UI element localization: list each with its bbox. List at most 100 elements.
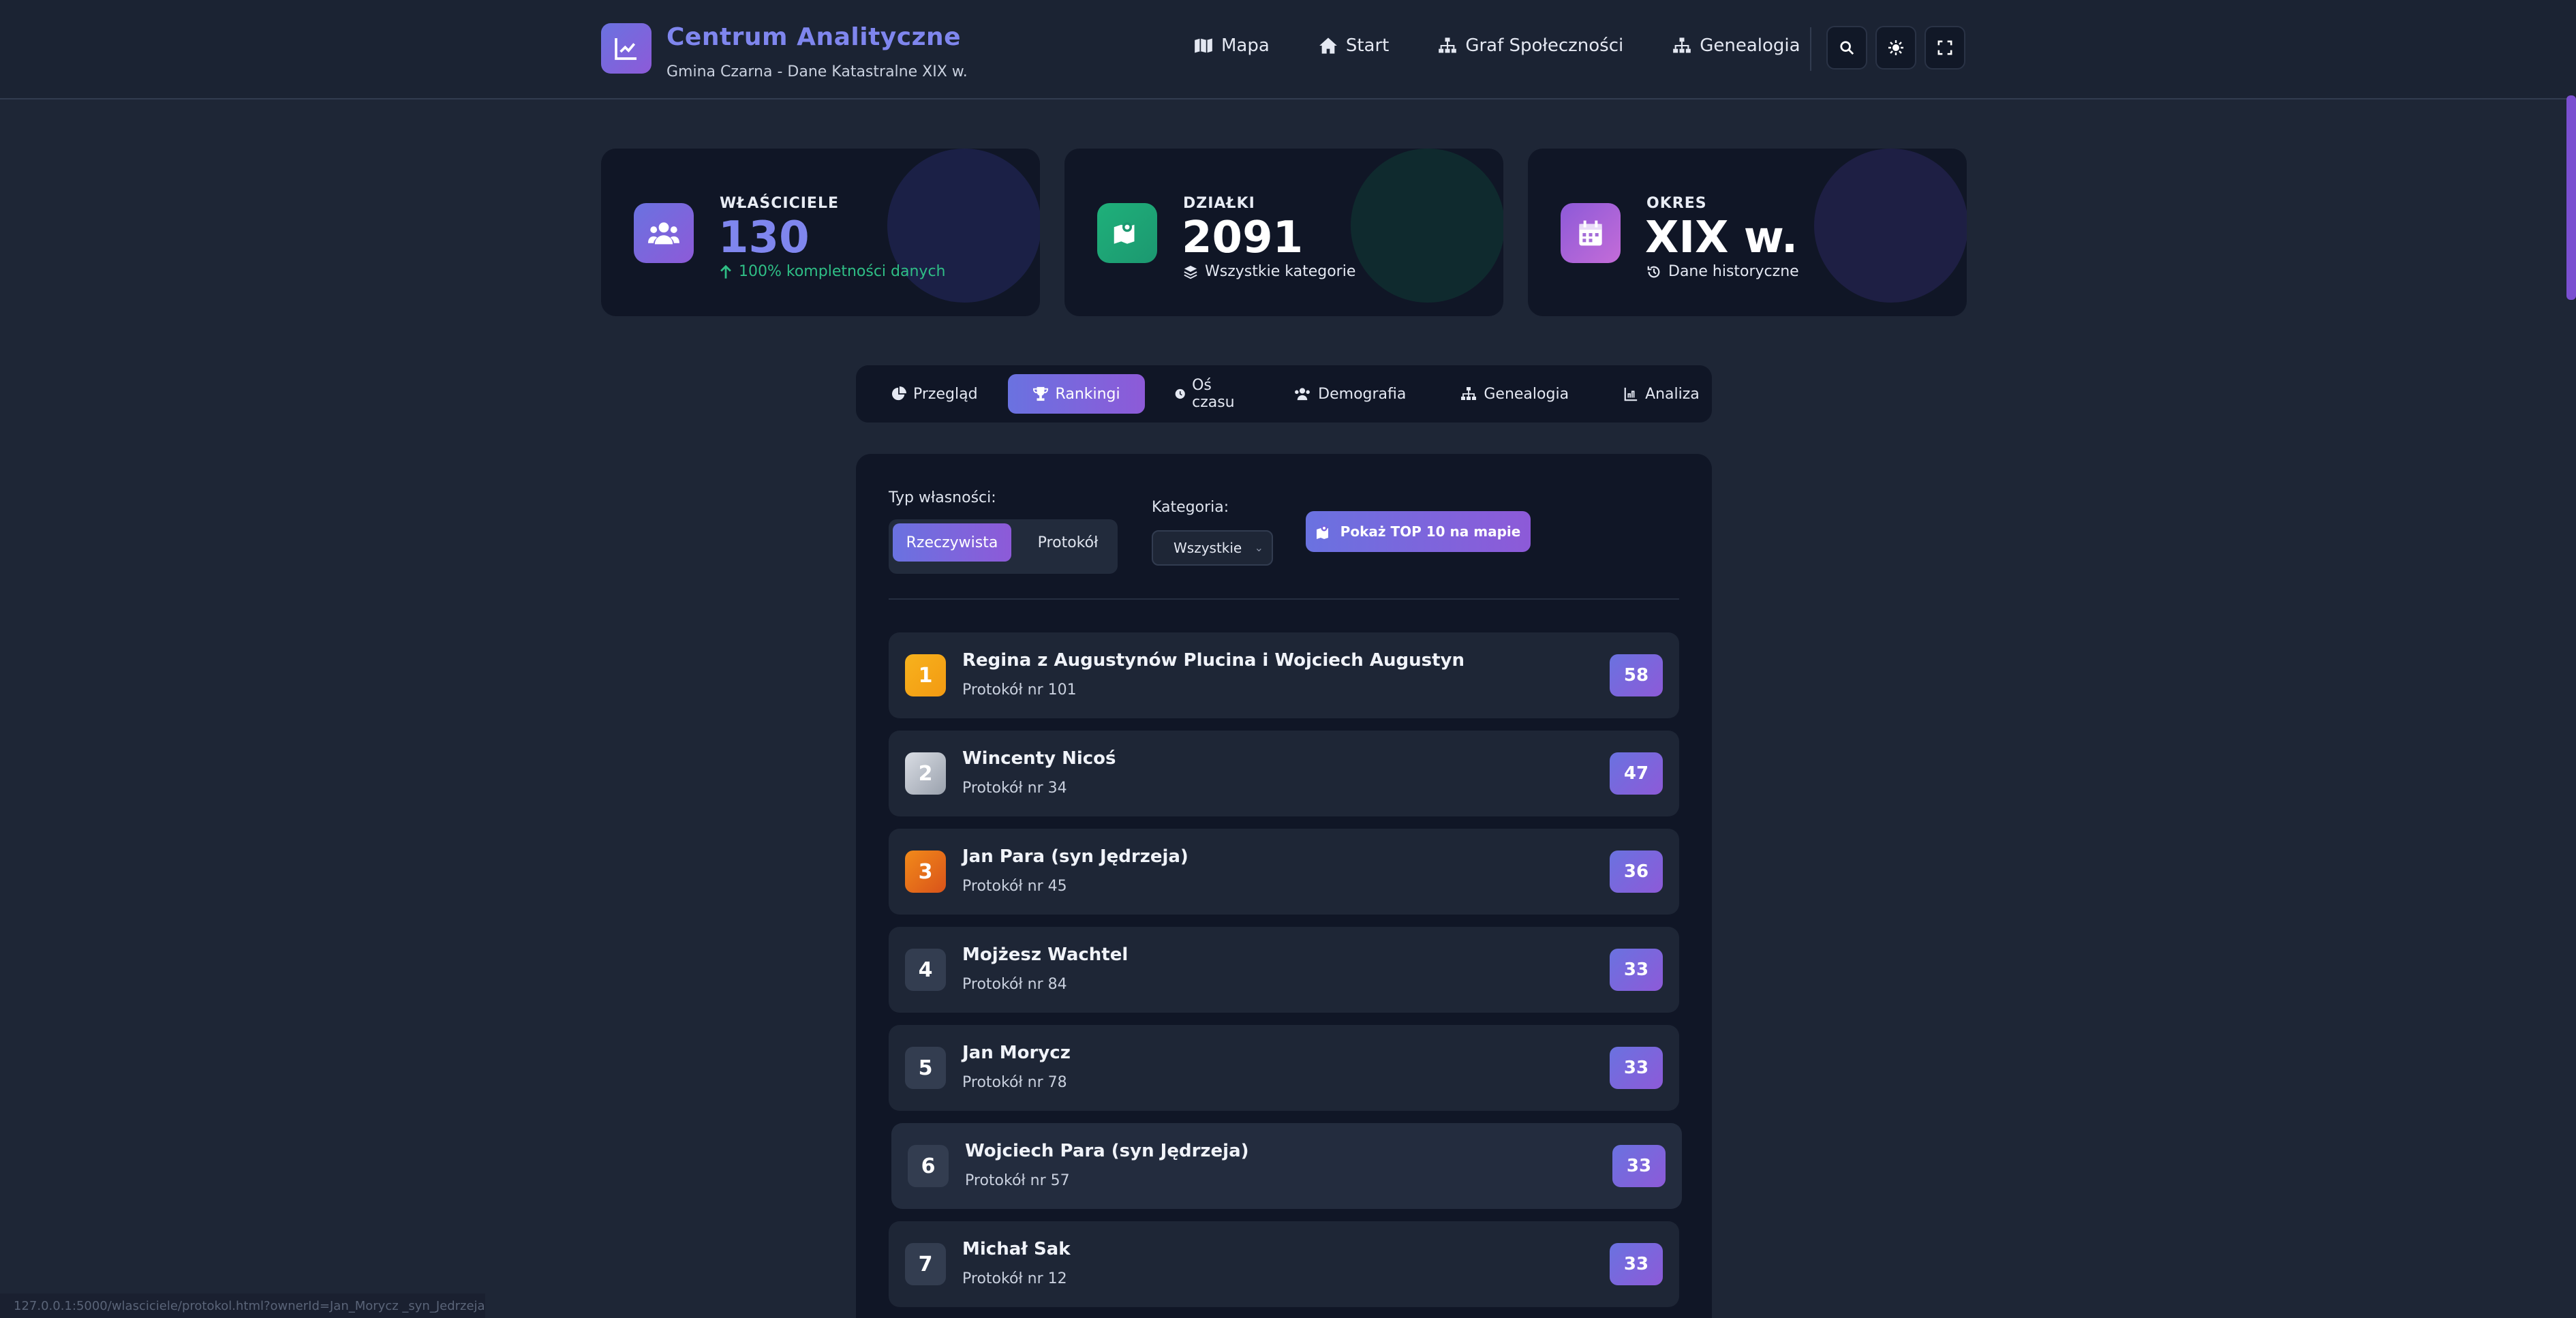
owner-name: Jan Para (syn Jędrzeja) bbox=[962, 846, 1189, 867]
stat-card-owners: WŁAŚCICIELE 130 100% kompletności danych bbox=[601, 149, 1040, 316]
tab-label: Demografia bbox=[1318, 385, 1407, 403]
ownership-type-toggle: Rzeczywista Protokół bbox=[889, 519, 1118, 574]
tab-label: Genealogia bbox=[1484, 385, 1569, 403]
protocol-number: Protokół nr 101 bbox=[962, 681, 1077, 699]
stat-label: OKRES bbox=[1646, 195, 1707, 212]
tab-genealogia[interactable]: Genealogia bbox=[1436, 374, 1593, 414]
owner-name: Regina z Augustynów Plucina i Wojciech A… bbox=[962, 650, 1465, 671]
clock-icon bbox=[1175, 388, 1185, 399]
search-button[interactable] bbox=[1826, 26, 1867, 70]
nav-label: Start bbox=[1345, 35, 1390, 56]
stat-foot-text: 100% kompletności danych bbox=[739, 263, 946, 280]
owner-name: Jan Morycz bbox=[962, 1043, 1071, 1063]
chart-line-icon bbox=[601, 23, 651, 74]
layers-icon bbox=[1184, 265, 1197, 279]
nav-item-genealogia[interactable]: Genealogia bbox=[1672, 35, 1800, 56]
rank-badge: 6 bbox=[908, 1145, 949, 1187]
tab-label: Analiza bbox=[1645, 385, 1700, 403]
rank-badge: 5 bbox=[905, 1047, 946, 1089]
stat-value: 130 bbox=[718, 213, 810, 263]
scrollbar-thumb[interactable] bbox=[2566, 95, 2576, 300]
owner-name: Wincenty Nicoś bbox=[962, 748, 1116, 769]
owner-name: Wojciech Para (syn Jędrzeja) bbox=[965, 1141, 1249, 1161]
show-top10-map-label: Pokaż TOP 10 na mapie bbox=[1340, 523, 1521, 540]
ownership-option-rzeczywista[interactable]: Rzeczywista bbox=[893, 523, 1011, 562]
rank-badge: 7 bbox=[905, 1243, 946, 1285]
ranking-row[interactable]: 7 Michał Sak Protokół nr 12 33 bbox=[889, 1221, 1679, 1307]
stat-label: DZIAŁKI bbox=[1183, 195, 1255, 212]
calendar-icon bbox=[1561, 203, 1621, 263]
app-title: Centrum Analityczne bbox=[666, 23, 962, 51]
search-icon bbox=[1840, 41, 1854, 55]
theme-toggle-button[interactable] bbox=[1875, 26, 1916, 70]
nav-item-mapa[interactable]: Mapa bbox=[1194, 35, 1270, 56]
ranking-row[interactable]: 4 Mojżesz Wachtel Protokół nr 84 33 bbox=[889, 927, 1679, 1013]
ranking-row[interactable]: 2 Wincenty Nicoś Protokół nr 34 47 bbox=[889, 731, 1679, 816]
sitemap-icon bbox=[1439, 37, 1457, 53]
nav-label: Graf Społeczności bbox=[1465, 35, 1624, 56]
pie-chart-icon bbox=[891, 386, 906, 401]
stat-card-parcels: DZIAŁKI 2091 Wszystkie kategorie bbox=[1064, 149, 1503, 316]
stat-foot: Wszystkie kategorie bbox=[1183, 263, 1355, 280]
tab-label: Oś czasu bbox=[1192, 377, 1235, 411]
show-top10-map-button[interactable]: Pokaż TOP 10 na mapie bbox=[1306, 511, 1531, 552]
ranking-row[interactable]: 3 Jan Para (syn Jędrzeja) Protokół nr 45… bbox=[889, 829, 1679, 915]
stat-label: WŁAŚCICIELE bbox=[720, 195, 840, 212]
nav-label: Genealogia bbox=[1700, 35, 1800, 56]
users-icon bbox=[1295, 388, 1310, 401]
map-icon bbox=[1195, 38, 1212, 53]
protocol-number: Protokół nr 12 bbox=[962, 1270, 1067, 1287]
expand-icon bbox=[1937, 40, 1952, 55]
nav-divider bbox=[1810, 27, 1811, 71]
filter-divider bbox=[889, 598, 1679, 600]
map-marked-icon bbox=[1097, 203, 1157, 263]
sitemap-icon bbox=[1461, 387, 1477, 400]
fullscreen-button[interactable] bbox=[1925, 26, 1965, 70]
parcel-count-badge: 33 bbox=[1612, 1145, 1666, 1187]
app-subtitle: Gmina Czarna - Dane Katastralne XIX w. bbox=[666, 63, 968, 80]
card-decoration bbox=[1814, 149, 1967, 303]
tab-label: Przegląd bbox=[913, 385, 978, 403]
ranking-row[interactable]: 5 Jan Morycz Protokół nr 78 33 bbox=[889, 1025, 1679, 1111]
ownership-option-protokol[interactable]: Protokół bbox=[1025, 523, 1111, 562]
ranking-row-hovered[interactable]: 6 Wojciech Para (syn Jędrzeja) Protokół … bbox=[891, 1123, 1682, 1209]
stat-value: XIX w. bbox=[1645, 213, 1798, 263]
top-header: Centrum Analityczne Gmina Czarna - Dane … bbox=[0, 0, 2576, 99]
protocol-number: Protokół nr 78 bbox=[962, 1074, 1067, 1091]
trophy-icon bbox=[1032, 386, 1048, 401]
owner-name: Mojżesz Wachtel bbox=[962, 945, 1129, 965]
protocol-number: Protokół nr 45 bbox=[962, 878, 1067, 895]
rank-badge: 4 bbox=[905, 949, 946, 991]
chevron-down-icon: ⌄ bbox=[1254, 541, 1263, 554]
history-icon bbox=[1647, 266, 1660, 277]
parcel-count-badge: 33 bbox=[1610, 1243, 1663, 1285]
stat-foot-text: Wszystkie kategorie bbox=[1205, 263, 1356, 280]
sun-icon bbox=[1888, 40, 1903, 55]
browser-status-url: 127.0.0.1:5000/wlasciciele/protokol.html… bbox=[0, 1293, 485, 1318]
sitemap-icon bbox=[1673, 37, 1691, 53]
ownership-type-label: Typ własności: bbox=[889, 489, 996, 506]
owner-name: Michał Sak bbox=[962, 1239, 1071, 1259]
main-nav: Mapa Start Graf Społeczności Genealogia bbox=[1194, 35, 1850, 56]
rank-badge: 2 bbox=[905, 752, 946, 795]
parcel-count-badge: 36 bbox=[1610, 850, 1663, 893]
parcel-count-badge: 47 bbox=[1610, 752, 1663, 795]
ranking-row[interactable]: 1 Regina z Augustynów Plucina i Wojciech… bbox=[889, 632, 1679, 718]
protocol-number: Protokół nr 57 bbox=[965, 1172, 1070, 1189]
parcel-count-badge: 33 bbox=[1610, 1047, 1663, 1089]
tab-label: Rankingi bbox=[1055, 385, 1120, 403]
tab-os-czasu[interactable]: Oś czasu bbox=[1150, 374, 1264, 414]
brand[interactable]: Centrum Analityczne Gmina Czarna - Dane … bbox=[601, 23, 968, 80]
rank-badge: 3 bbox=[905, 850, 946, 893]
parcel-count-badge: 58 bbox=[1610, 654, 1663, 696]
tab-przeglad[interactable]: Przegląd bbox=[867, 374, 1002, 414]
tab-rankingi[interactable]: Rankingi bbox=[1007, 374, 1145, 414]
protocol-number: Protokół nr 34 bbox=[962, 780, 1067, 797]
nav-item-start[interactable]: Start bbox=[1319, 35, 1390, 56]
nav-item-graf[interactable]: Graf Społeczności bbox=[1438, 35, 1623, 56]
stat-value: 2091 bbox=[1182, 213, 1304, 263]
tab-demografia[interactable]: Demografia bbox=[1269, 374, 1430, 414]
card-decoration bbox=[1351, 149, 1503, 303]
category-select[interactable]: Wszystkie ⌄ bbox=[1152, 530, 1273, 566]
tab-analiza[interactable]: Analiza bbox=[1599, 374, 1724, 414]
